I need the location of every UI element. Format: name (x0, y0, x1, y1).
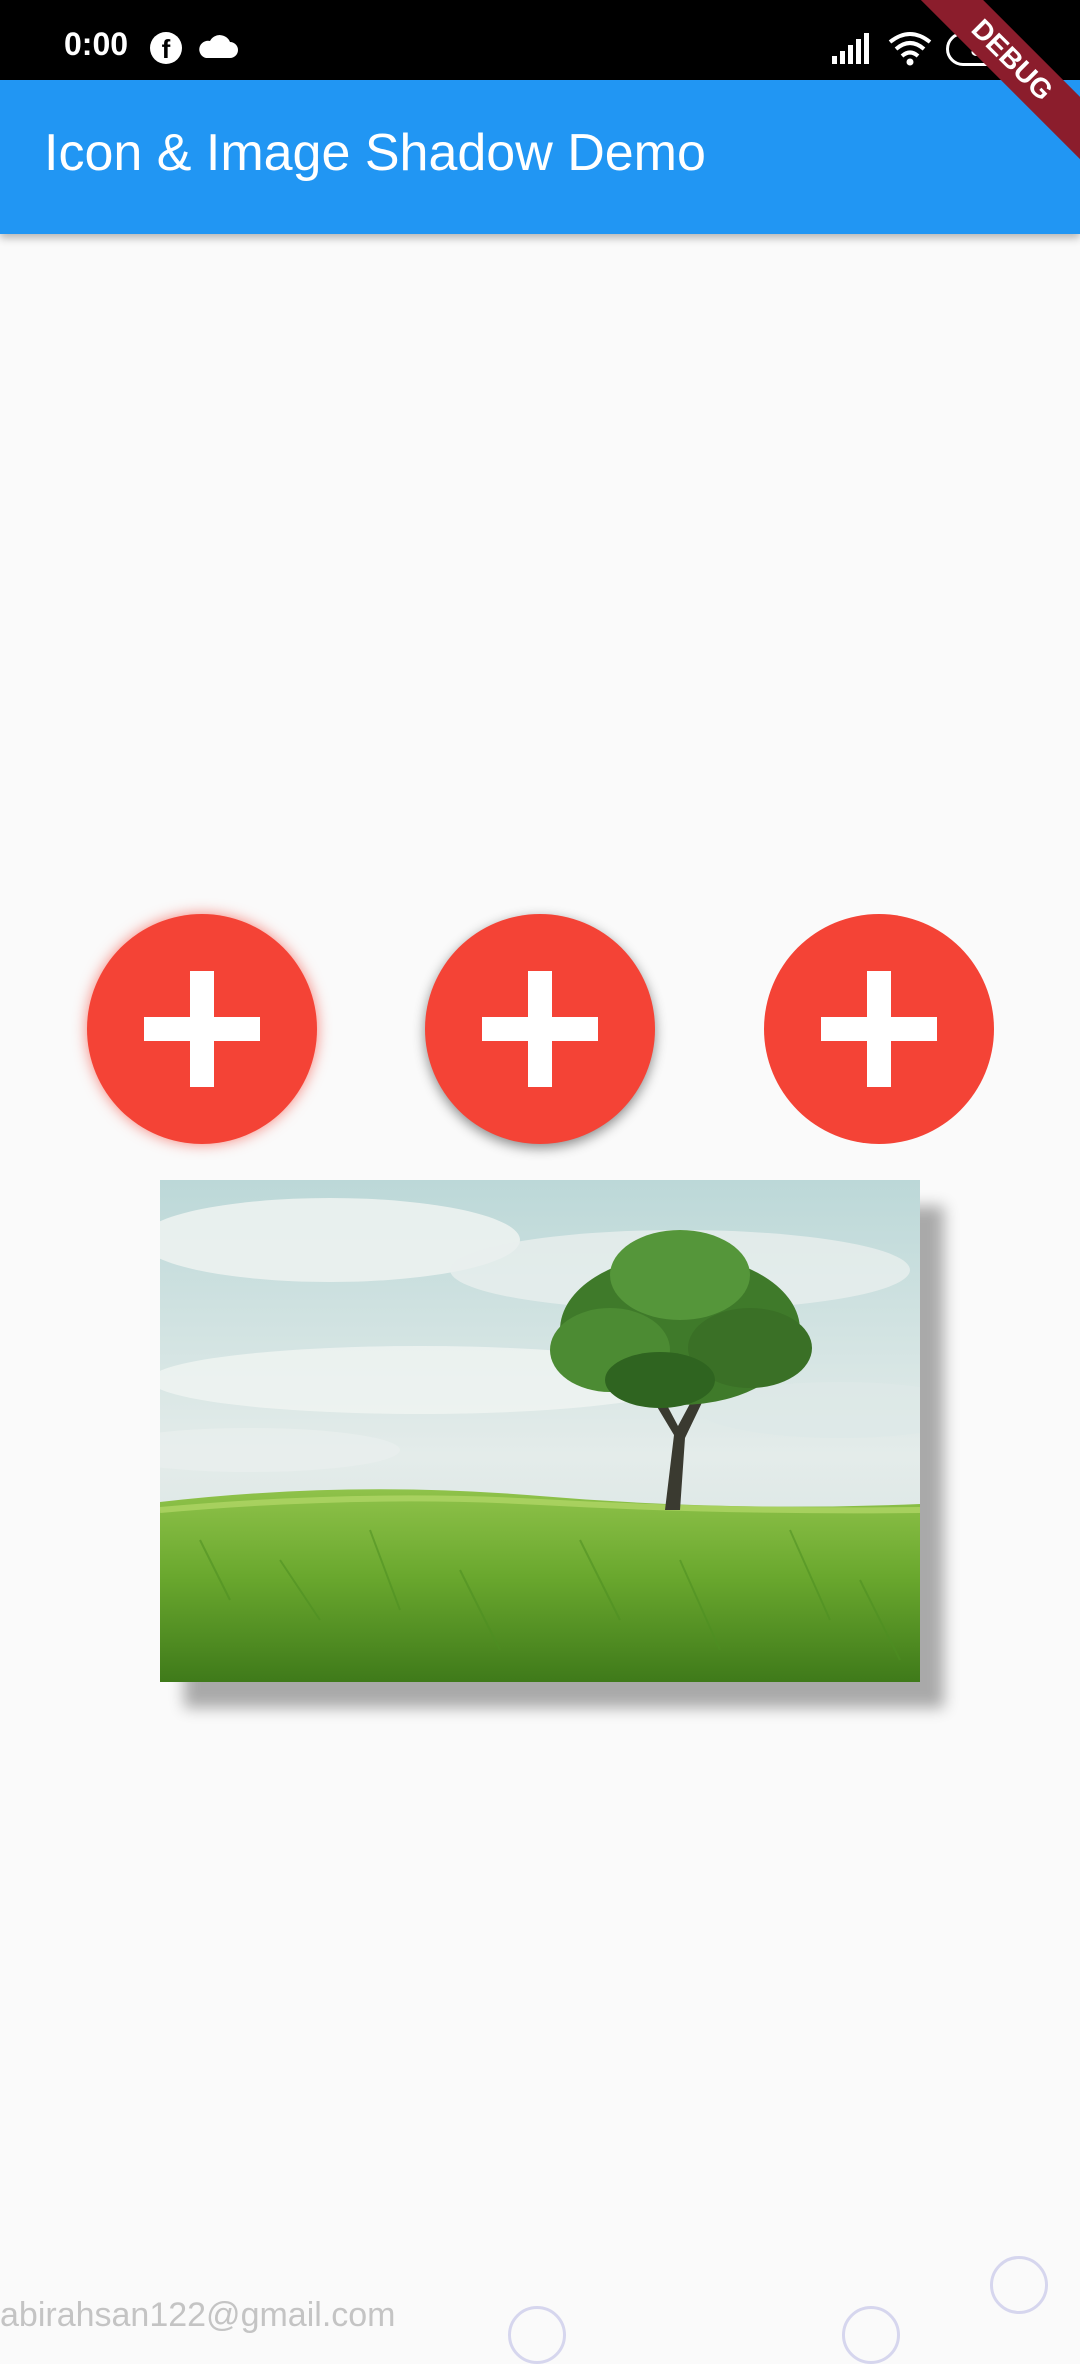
plus-icon (482, 971, 598, 1087)
add-button-shadow[interactable] (425, 914, 655, 1144)
add-button-glow[interactable] (87, 914, 317, 1144)
plus-icon (144, 971, 260, 1087)
plus-icon (821, 971, 937, 1087)
nav-home-button[interactable] (842, 2306, 900, 2364)
signal-icon (832, 33, 869, 64)
wifi-icon (888, 32, 932, 66)
add-button-flat[interactable] (764, 914, 994, 1144)
footer-email: abirahsan122@gmail.com (0, 2296, 396, 2334)
cloud-icon (199, 35, 238, 58)
assistive-touch-button[interactable] (990, 2256, 1048, 2314)
tree-photo (160, 1180, 920, 1682)
page-title: Icon & Image Shadow Demo (44, 124, 706, 182)
status-bar: 0:00 f 38 (0, 0, 1080, 80)
app-bar: Icon & Image Shadow Demo (0, 80, 1080, 234)
nav-back-button[interactable] (508, 2306, 566, 2364)
status-time: 0:00 (64, 26, 129, 62)
facebook-icon: f (150, 32, 182, 64)
